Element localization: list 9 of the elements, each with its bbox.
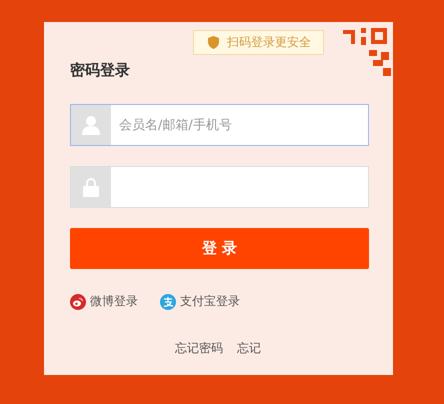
alipay-login-link[interactable]: 支付宝登录: [160, 293, 240, 310]
weibo-login-link[interactable]: 微博登录: [70, 293, 138, 310]
forgot-link[interactable]: 忘记: [237, 340, 261, 357]
login-title: 密码登录: [70, 60, 130, 80]
username-input[interactable]: 会员名/邮箱/手机号: [111, 105, 368, 145]
scan-login-text: 扫码登录更安全: [227, 34, 311, 51]
username-field[interactable]: 会员名/邮箱/手机号: [70, 104, 369, 146]
forgot-link[interactable]: 忘记密码: [175, 340, 223, 357]
login-button[interactable]: 登 录: [70, 228, 369, 269]
